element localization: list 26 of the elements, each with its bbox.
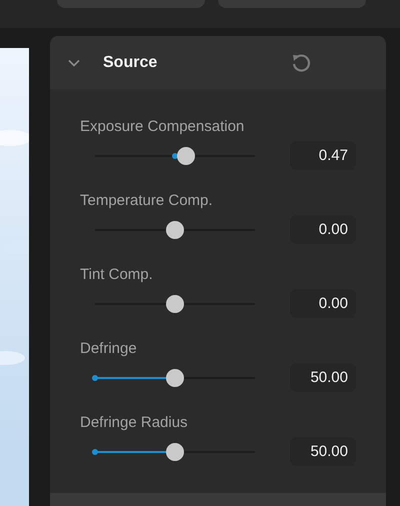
value-field[interactable]: 0.00 [290,215,356,244]
slider-thumb[interactable] [166,220,184,238]
slider-origin-dot [92,374,98,380]
slider-thumb[interactable] [177,146,196,164]
setting-label: Defringe [80,340,137,357]
slider[interactable] [95,294,255,312]
slider-thumb[interactable] [166,294,184,312]
setting-label: Temperature Comp. [80,192,213,209]
section-title: Source [103,54,158,72]
value-field[interactable]: 0.00 [290,289,356,318]
chevron-icon[interactable] [68,58,80,66]
slider-origin-dot [172,152,178,158]
value-field[interactable]: 50.00 [290,363,356,392]
value-field[interactable]: 0.47 [290,141,356,170]
setting-label: Tint Comp. [80,266,153,283]
slider[interactable] [95,368,255,386]
value-field[interactable]: 50.00 [290,437,356,466]
slider-thumb[interactable] [166,442,184,460]
reset-icon[interactable] [290,52,312,74]
setting-label: Defringe Radius [80,414,188,431]
slider[interactable] [95,146,255,164]
slider-origin-dot [92,448,98,454]
slider[interactable] [95,220,255,238]
slider-thumb[interactable] [166,368,184,386]
slider[interactable] [95,442,255,460]
setting-label: Exposure Compensation [80,118,244,135]
